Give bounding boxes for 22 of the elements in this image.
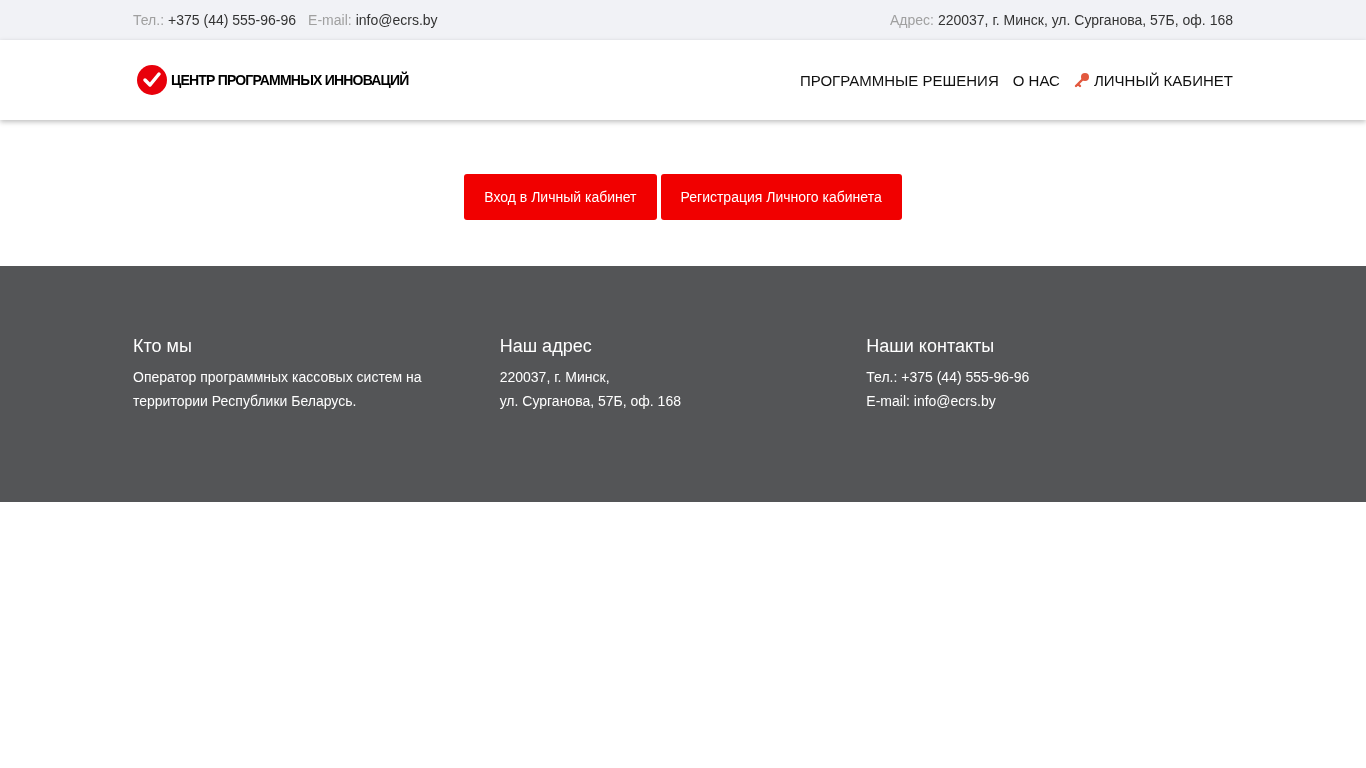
phone-link[interactable]: +375 (44) 555-96-96 [168, 12, 297, 28]
footer-text: Тел.: +375 (44) 555-96-96 [866, 368, 1031, 387]
email-label: E-mail: [308, 12, 352, 28]
register-button[interactable]: Регистрация Личного кабинета [660, 174, 902, 220]
address-label: Адрес: [889, 12, 934, 28]
footer-text: 220037, г. Минск, [499, 368, 611, 387]
nav-link[interactable]: ПРОГРАММНЫЕ РЕШЕНИЯ [800, 71, 999, 89]
account-link[interactable]: ЛИЧНЫЙ КАБИНЕТ [1073, 71, 1233, 89]
email-link[interactable]: info@ecrs.by [355, 12, 438, 28]
logo[interactable]: ЦЕНТР ПРОГРАММНЫХ ИННОВАЦИЙ [137, 65, 409, 95]
footer-heading: Кто мы [133, 336, 193, 357]
footer-text: ул. Сурганова, 57Б, оф. 168 [499, 392, 682, 411]
key-icon [1073, 72, 1090, 88]
check-circle-icon [137, 65, 167, 95]
login-button[interactable]: Вход в Личный кабинет [464, 174, 657, 220]
phone-label: Тел.: [133, 12, 165, 28]
footer-heading: Наши контакты [866, 336, 996, 357]
footer-text: E-mail: info@ecrs.by [866, 392, 997, 411]
address-text: 220037, г. Минск, ул. Сурганова, 57Б, оф. 168 [937, 12, 1233, 28]
nav-link[interactable]: О НАС [1012, 71, 1060, 89]
footer-heading: Наш адрес [499, 336, 593, 357]
footer-text: Оператор программных кассовых систем на территории Республики Беларусь. [133, 368, 423, 411]
